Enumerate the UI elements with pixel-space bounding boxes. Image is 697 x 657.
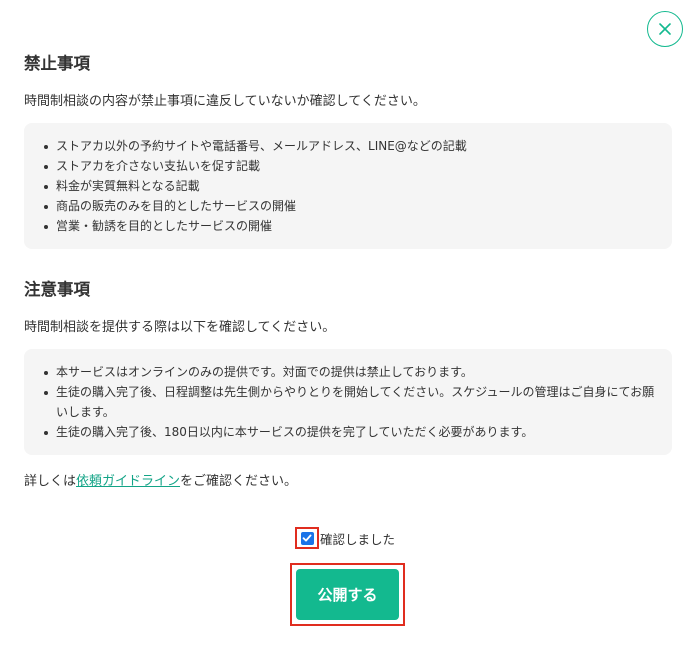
publish-button-highlight: 公開する bbox=[290, 563, 405, 626]
notes-list-box: 本サービスはオンラインのみの提供です。対面での提供は禁止しております。 生徒の購… bbox=[24, 349, 672, 455]
guideline-prefix: 詳しくは bbox=[24, 474, 77, 489]
guideline-suffix: をご確認ください。 bbox=[180, 474, 298, 489]
confirm-label[interactable]: 確認しました bbox=[320, 529, 395, 548]
notes-title: 注意事項 bbox=[24, 280, 90, 299]
list-item: 商品の販売のみを目的としたサービスの開催 bbox=[40, 196, 660, 216]
list-item: 本サービスはオンラインのみの提供です。対面での提供は禁止しております。 bbox=[40, 362, 660, 382]
confirm-row: 確認しました bbox=[295, 527, 395, 549]
list-item: 生徒の購入完了後、日程調整は先生側からやりとりを開始してください。スケジュールの… bbox=[40, 382, 660, 422]
confirm-checkbox[interactable] bbox=[300, 531, 314, 545]
notes-intro: 時間制相談を提供する際は以下を確認してください。 bbox=[24, 320, 336, 335]
prohibited-list: ストアカ以外の予約サイトや電話番号、メールアドレス、LINE@などの記載 ストア… bbox=[40, 136, 660, 236]
list-item: 営業・勧誘を目的としたサービスの開催 bbox=[40, 216, 660, 236]
prohibited-title: 禁止事項 bbox=[24, 54, 90, 73]
guideline-note: 詳しくは依頼ガイドラインをご確認ください。 bbox=[24, 470, 297, 489]
prohibited-intro: 時間制相談の内容が禁止事項に違反していないか確認してください。 bbox=[24, 94, 426, 109]
list-item: 生徒の購入完了後、180日以内に本サービスの提供を完了していただく必要があります… bbox=[40, 422, 660, 442]
publish-button[interactable]: 公開する bbox=[296, 569, 399, 620]
prohibited-list-box: ストアカ以外の予約サイトや電話番号、メールアドレス、LINE@などの記載 ストア… bbox=[24, 123, 672, 249]
check-icon bbox=[302, 534, 312, 542]
close-button[interactable] bbox=[647, 11, 683, 47]
checkbox-highlight bbox=[295, 527, 319, 549]
notes-list: 本サービスはオンラインのみの提供です。対面での提供は禁止しております。 生徒の購… bbox=[40, 362, 660, 442]
guideline-link[interactable]: 依頼ガイドライン bbox=[76, 474, 180, 489]
close-icon bbox=[659, 23, 671, 35]
list-item: 料金が実質無料となる記載 bbox=[40, 176, 660, 196]
list-item: ストアカを介さない支払いを促す記載 bbox=[40, 156, 660, 176]
list-item: ストアカ以外の予約サイトや電話番号、メールアドレス、LINE@などの記載 bbox=[40, 136, 660, 156]
